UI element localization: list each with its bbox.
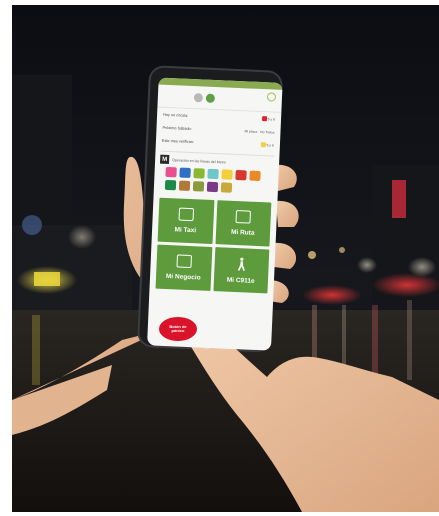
info-label: Próximo Sábado:: [162, 125, 192, 131]
service-label: Mi Ruta: [230, 228, 255, 237]
metro-line-tile[interactable]: [249, 170, 261, 182]
header-lettering: [218, 97, 246, 101]
metro-line-tile[interactable]: [221, 169, 233, 180]
metro-line-tile[interactable]: [235, 169, 247, 181]
taxi-icon: [178, 207, 194, 222]
info-label: Hoy no circula:: [163, 112, 189, 118]
metro-line-tile[interactable]: [192, 181, 205, 192]
phone-screen: Hoy no circula: 5 y 6 Próximo Sábado: Mi…: [147, 77, 283, 351]
verification-color-swatch: [260, 142, 266, 148]
info-value-text: 5 y 6: [267, 116, 276, 122]
metro-line-tile[interactable]: [164, 179, 177, 191]
panic-button[interactable]: Botón de pánico: [159, 317, 197, 341]
bus-icon: [235, 210, 252, 224]
metro-line-tile[interactable]: [220, 182, 233, 193]
metro-line-tile[interactable]: [165, 166, 177, 178]
metro-line-tile[interactable]: [207, 168, 219, 180]
info-value-text: 5 y 6: [266, 142, 274, 148]
metro-line-tile[interactable]: [178, 180, 191, 191]
service-label: Mi Negocio: [165, 273, 201, 282]
metro-line-grid: [159, 166, 274, 195]
metro-line-tile[interactable]: [206, 181, 219, 193]
metro-line-tile[interactable]: [179, 167, 191, 178]
government-seal-icon: [193, 92, 204, 102]
service-label: Mi Taxi: [174, 226, 197, 235]
metro-title: Operación en las líneas del Metro: [172, 157, 226, 165]
info-value: 5 y 6: [261, 116, 276, 122]
metro-line-tile[interactable]: [193, 168, 205, 179]
metro-lines-card[interactable]: M Operación en las líneas del Metro: [158, 150, 275, 195]
info-value: Mi placa · No Todos: [244, 128, 275, 135]
city-logo-icon: [205, 93, 216, 103]
photo-frame: Hoy no circula: 5 y 6 Próximo Sábado: Mi…: [12, 5, 439, 512]
metro-logo-icon: M: [159, 154, 170, 165]
profile-button[interactable]: [266, 92, 277, 102]
service-button-mi-negocio[interactable]: Mi Negocio: [155, 244, 212, 291]
restriction-color-swatch: [261, 116, 267, 122]
service-button-mi-c911e[interactable]: Mi C911e: [212, 247, 270, 294]
person-walking-icon: [238, 257, 246, 271]
service-label: Mi C911e: [226, 276, 255, 285]
info-label: Este mes verifican:: [161, 138, 195, 144]
briefcase-icon: [176, 254, 192, 269]
services-grid: Mi Taxi Mi Ruta Mi Negocio Mi C911e: [155, 197, 272, 294]
info-value: 5 y 6: [260, 142, 274, 148]
service-button-mi-taxi[interactable]: Mi Taxi: [157, 197, 214, 244]
service-button-mi-ruta[interactable]: Mi Ruta: [215, 200, 272, 247]
